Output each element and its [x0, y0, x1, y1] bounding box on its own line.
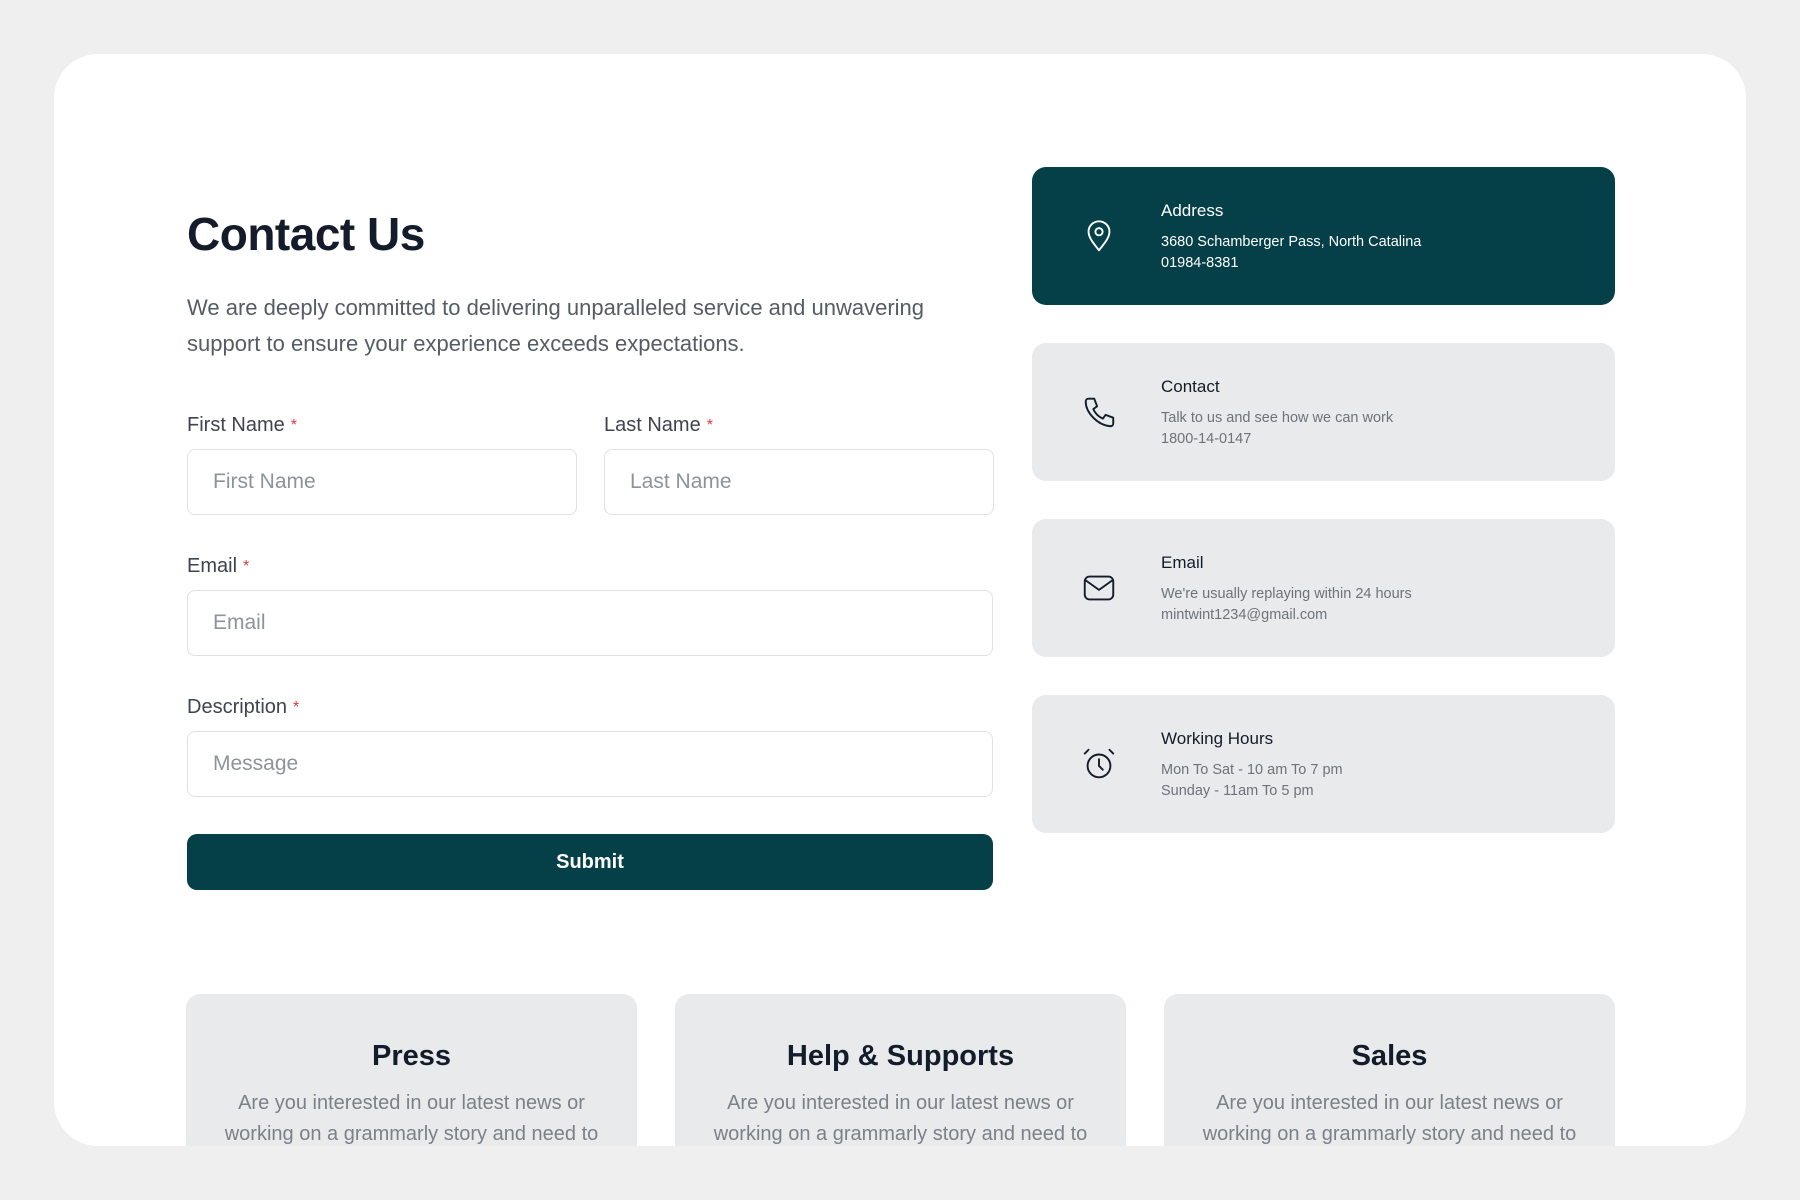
page-subtitle: We are deeply committed to delivering un…	[187, 295, 924, 356]
info-card-line: 1800-14-0147	[1161, 431, 1252, 447]
dept-card-title: Sales	[1351, 1040, 1428, 1072]
first-name-input[interactable]	[187, 449, 577, 515]
email-input[interactable]	[187, 590, 993, 656]
address-card[interactable]: Address 3680 Schamberger Pass, North Cat…	[1032, 167, 1615, 305]
page-title: Contact Us	[187, 208, 425, 260]
last-name-label-text: Last Name	[604, 414, 701, 436]
info-card-title: Address	[1161, 201, 1224, 220]
info-card-line: We're usually replaying within 24 hours	[1161, 586, 1412, 602]
info-card-line: Talk to us and see how we can work	[1161, 410, 1394, 426]
first-name-label-text: First Name	[187, 414, 285, 436]
sales-card[interactable]: Sales Are you interested in our latest n…	[1164, 994, 1615, 1146]
alarm-clock-icon	[1080, 745, 1118, 783]
info-card-line: mintwint1234@gmail.com	[1161, 607, 1328, 623]
working-hours-card[interactable]: Working Hours Mon To Sat - 10 am To 7 pm…	[1032, 695, 1615, 833]
info-card-line: Sunday - 11am To 5 pm	[1161, 783, 1314, 799]
email-card[interactable]: Email We're usually replaying within 24 …	[1032, 519, 1615, 657]
info-card-title: Email	[1161, 553, 1204, 572]
first-name-label: First Name *	[187, 414, 297, 437]
email-label-text: Email	[187, 555, 238, 577]
required-mark: *	[290, 417, 298, 434]
last-name-input[interactable]	[604, 449, 994, 515]
dept-card-title: Press	[371, 1040, 451, 1072]
dept-card-title: Help & Supports	[786, 1040, 1015, 1072]
submit-button[interactable]: Submit	[187, 834, 993, 890]
info-card-line: Mon To Sat - 10 am To 7 pm	[1161, 762, 1343, 778]
help-support-card[interactable]: Help & Supports Are you interested in ou…	[675, 994, 1126, 1146]
dept-card-text: Are you interested in our latest news or…	[713, 1092, 1088, 1145]
info-card-line: 3680 Schamberger Pass, North Catalina	[1161, 234, 1422, 250]
info-card-line: 01984-8381	[1161, 255, 1239, 271]
phone-icon	[1080, 393, 1118, 431]
description-label-text: Description	[187, 696, 288, 718]
info-card-title: Working Hours	[1161, 729, 1274, 748]
required-mark: *	[293, 699, 300, 716]
dept-card-text: Are you interested in our latest news or…	[1202, 1092, 1577, 1145]
email-label: Email *	[187, 555, 249, 578]
last-name-label: Last Name *	[604, 414, 713, 437]
press-card[interactable]: Press Are you interested in our latest n…	[186, 994, 637, 1146]
description-input[interactable]	[187, 731, 993, 797]
contact-card[interactable]: Contact Talk to us and see how we can wo…	[1032, 343, 1615, 481]
contact-page: Contact Us We are deeply committed to de…	[54, 54, 1746, 1146]
map-pin-icon	[1080, 217, 1118, 255]
dept-card-text: Are you interested in our latest news or…	[224, 1092, 599, 1145]
info-card-title: Contact	[1161, 377, 1220, 396]
required-mark: *	[243, 558, 250, 575]
required-mark: *	[706, 417, 713, 434]
mail-icon	[1080, 569, 1118, 607]
description-label: Description *	[187, 696, 299, 719]
